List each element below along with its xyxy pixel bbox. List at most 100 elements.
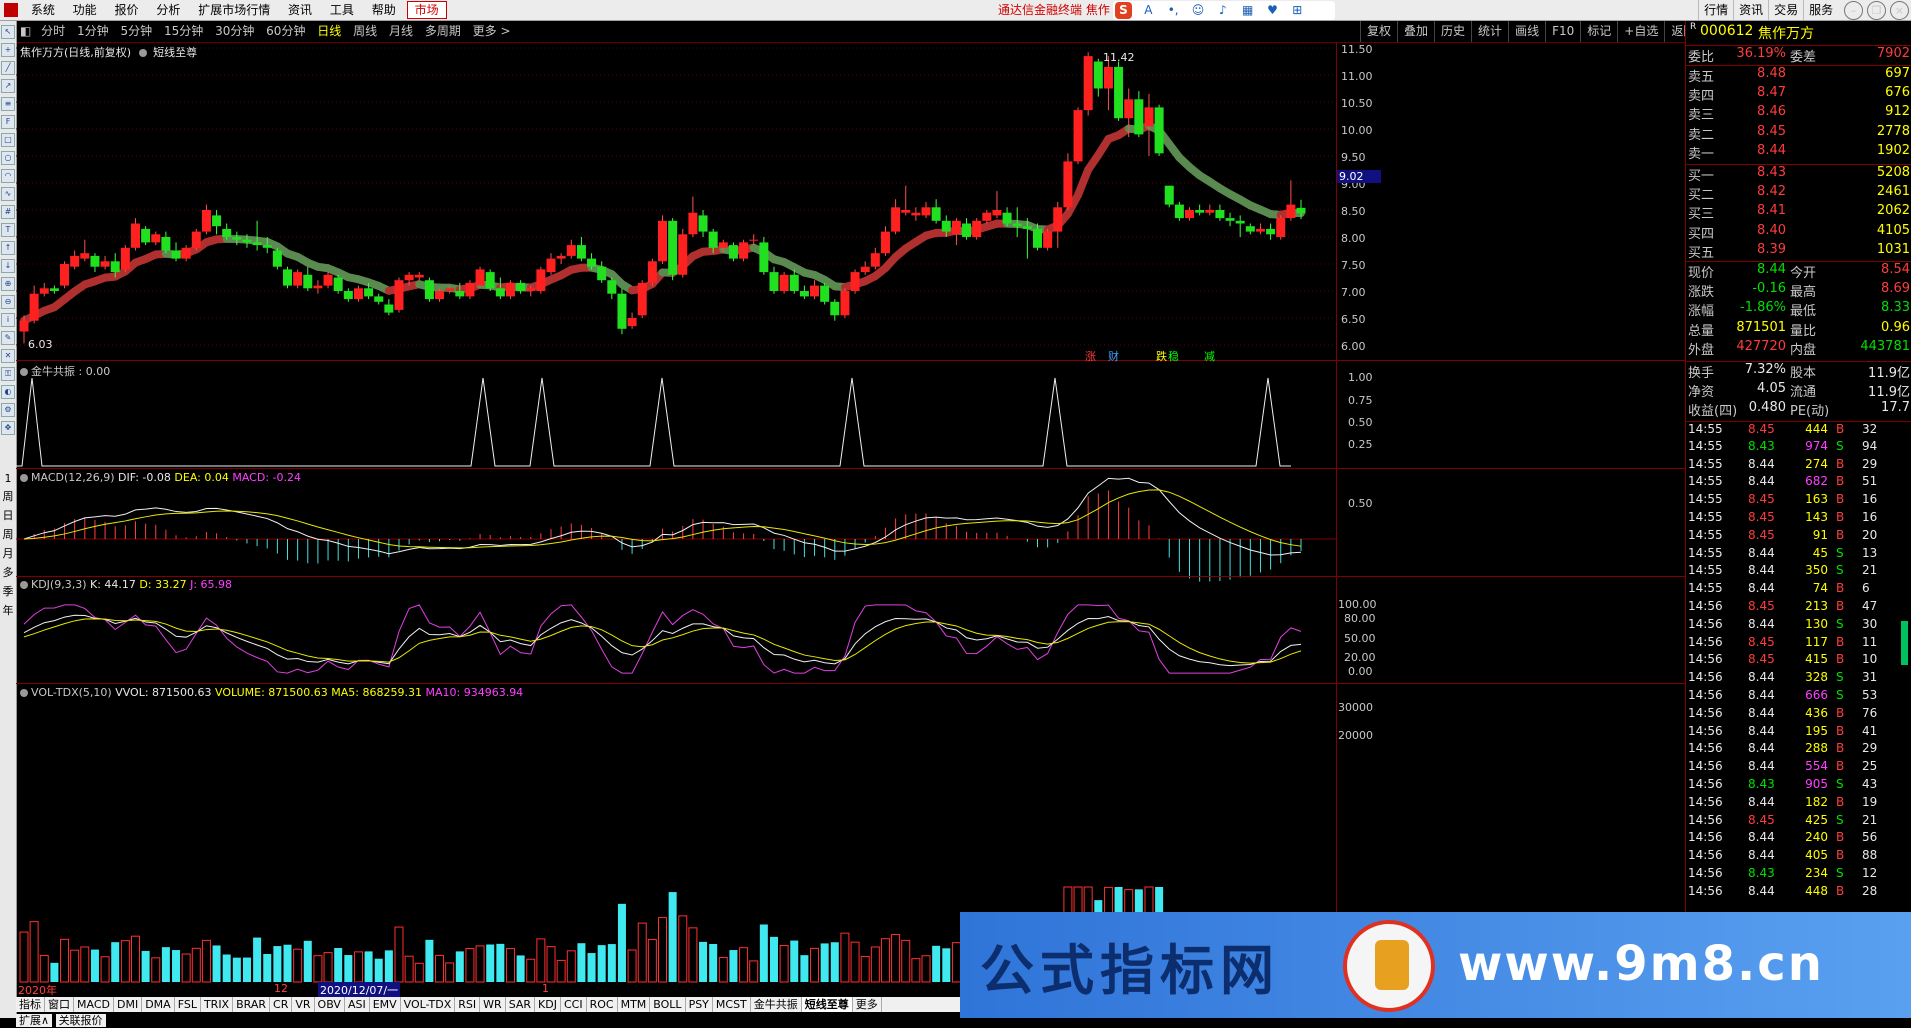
menu-system[interactable]: 系统 — [24, 0, 62, 20]
lock-tool-icon[interactable]: ⚿ — [1, 367, 15, 381]
indicator-tab[interactable]: 短线至尊 — [802, 997, 853, 1012]
expand-tab[interactable]: 扩展∧ — [16, 1014, 52, 1027]
tool-f10[interactable]: F10 — [1545, 21, 1580, 42]
text-tool-icon[interactable]: T — [1, 223, 15, 237]
tool-add-watchlist[interactable]: +自选 — [1617, 21, 1664, 42]
indicator-tab[interactable]: BOLL — [650, 997, 685, 1012]
indicator-tab[interactable]: DMA — [142, 997, 175, 1012]
period-tab[interactable]: 周线 — [349, 21, 381, 42]
period-shortcut[interactable]: 年 — [0, 602, 16, 618]
indicator-tab[interactable]: ROC — [587, 997, 618, 1012]
indicator-tab[interactable]: RSI — [455, 997, 480, 1012]
ime-lang-icon[interactable]: A — [1140, 2, 1157, 19]
arrow-down-tool-icon[interactable]: ↓ — [1, 259, 15, 273]
fib-tool-icon[interactable]: F — [1, 115, 15, 129]
menu-news[interactable]: 资讯 — [281, 0, 319, 20]
channel-tool-icon[interactable]: ≡ — [1, 97, 15, 111]
period-tab[interactable]: 分时 — [37, 21, 69, 42]
ime-skin-icon[interactable]: ♥ — [1264, 2, 1281, 19]
ime-mic-icon[interactable]: ♪ — [1214, 2, 1231, 19]
period-tab[interactable]: 1分钟 — [73, 21, 113, 42]
crosshair-tool-icon[interactable]: + — [1, 43, 15, 57]
indicator-menu-tab[interactable]: 指标 — [16, 997, 45, 1012]
chart-area[interactable]: 焦作万方(日线,前复权) 短线至尊 金牛共振 : 0.00 MACD(12,26… — [16, 42, 1685, 997]
indicator-tab[interactable]: EMV — [370, 997, 401, 1012]
sogou-ime-icon[interactable]: S — [1115, 2, 1132, 19]
formula-dot-icon[interactable] — [20, 581, 28, 589]
indicator-tab[interactable]: DMI — [114, 997, 142, 1012]
restore-icon[interactable]: ❐ — [1867, 1, 1886, 20]
top-link-trade[interactable]: 交易 — [1768, 0, 1803, 20]
period-tab[interactable]: 60分钟 — [262, 21, 309, 42]
period-shortcut[interactable]: 周 — [0, 526, 16, 542]
indicator-tab[interactable]: VR — [292, 997, 314, 1012]
indicator-tab[interactable]: CCI — [561, 997, 587, 1012]
indicator-tab[interactable]: VOL-TDX — [401, 997, 456, 1012]
menu-market[interactable]: 市场 — [407, 1, 447, 19]
arrow-up-tool-icon[interactable]: ↑ — [1, 241, 15, 255]
indicator-tab[interactable]: WR — [480, 997, 506, 1012]
period-tab[interactable]: 5分钟 — [116, 21, 156, 42]
top-link-quotes[interactable]: 行情 — [1698, 0, 1733, 20]
indicator-tab[interactable]: OBV — [315, 997, 345, 1012]
info-tool-icon[interactable]: i — [1, 313, 15, 327]
indicator-tab[interactable]: BRAR — [233, 997, 270, 1012]
grid-tool-icon[interactable]: # — [1, 205, 15, 219]
formula-dot-icon[interactable] — [20, 368, 28, 376]
circle-tool-icon[interactable]: ○ — [1, 151, 15, 165]
arc-tool-icon[interactable]: ◠ — [1, 169, 15, 183]
top-link-news[interactable]: 资讯 — [1733, 0, 1768, 20]
indicator-tab[interactable]: MCST — [713, 997, 751, 1012]
top-link-service[interactable]: 服务 — [1803, 0, 1838, 20]
indicator-tab[interactable]: KDJ — [535, 997, 561, 1012]
indicator-tab[interactable]: 更多 — [853, 997, 882, 1012]
period-tab-more[interactable]: 更多 > — [469, 21, 515, 42]
period-tab[interactable]: 月线 — [385, 21, 417, 42]
menu-function[interactable]: 功能 — [66, 0, 104, 20]
tool-stats[interactable]: 统计 — [1471, 21, 1508, 42]
minimize-icon[interactable]: – — [1844, 1, 1863, 20]
menu-help[interactable]: 帮助 — [365, 0, 403, 20]
indicator-tab[interactable]: MACD — [74, 997, 114, 1012]
menu-tools[interactable]: 工具 — [323, 0, 361, 20]
tool-overlay[interactable]: 叠加 — [1397, 21, 1434, 42]
menu-quotes[interactable]: 报价 — [108, 0, 146, 20]
pen-tool-icon[interactable]: ✎ — [1, 331, 15, 345]
indicator-tab[interactable]: FSL — [175, 997, 201, 1012]
indicator-tab[interactable]: PSY — [686, 997, 713, 1012]
zoom-in-icon[interactable]: ⊕ — [1, 277, 15, 291]
indicator-tab[interactable]: CR — [270, 997, 292, 1012]
formula-dot-icon[interactable] — [20, 689, 28, 697]
period-shortcut[interactable]: 季 — [0, 583, 16, 599]
zoom-out-icon[interactable]: ⊖ — [1, 295, 15, 309]
tool-mark[interactable]: 标记 — [1580, 21, 1617, 42]
period-tab[interactable]: 多周期 — [421, 21, 465, 42]
indicator-tab[interactable]: MTM — [618, 997, 651, 1012]
tool-restore-rights[interactable]: 复权 — [1360, 21, 1397, 42]
cursor-tool-icon[interactable]: ↖ — [1, 25, 15, 39]
hide-tool-icon[interactable]: ◐ — [1, 385, 15, 399]
move-tool-icon[interactable]: ✥ — [1, 421, 15, 435]
ime-grid-icon[interactable]: ⊞ — [1289, 2, 1306, 19]
wave-tool-icon[interactable]: ∿ — [1, 187, 15, 201]
delete-tool-icon[interactable]: ✕ — [1, 349, 15, 363]
period-shortcut[interactable]: 周 — [0, 488, 16, 504]
period-tab-daily[interactable]: 日线 — [313, 21, 345, 42]
indicator-tab[interactable]: SAR — [506, 997, 535, 1012]
related-quote-tab[interactable]: 关联报价 — [56, 1014, 106, 1027]
settings-tool-icon[interactable]: ⚙ — [1, 403, 15, 417]
ime-punct-icon[interactable]: •, — [1165, 2, 1182, 19]
menu-extended-market[interactable]: 扩展市场行情 — [191, 0, 277, 20]
tool-draw[interactable]: 画线 — [1508, 21, 1545, 42]
line-tool-icon[interactable]: ╱ — [1, 61, 15, 75]
indicator-tab[interactable]: ASI — [345, 997, 370, 1012]
period-shortcut[interactable]: 月 — [0, 545, 16, 561]
formula-dot-icon[interactable] — [20, 474, 28, 482]
close-icon[interactable]: × — [1890, 1, 1909, 20]
indicator-tab[interactable]: TRIX — [201, 997, 233, 1012]
ime-emoji-icon[interactable]: ☺ — [1189, 2, 1206, 19]
ime-keyboard-icon[interactable]: ▦ — [1239, 2, 1256, 19]
indicator-menu-tab[interactable]: 窗口 — [45, 997, 74, 1012]
ray-tool-icon[interactable]: ↗ — [1, 79, 15, 93]
period-shortcut[interactable]: 1 — [0, 472, 16, 485]
